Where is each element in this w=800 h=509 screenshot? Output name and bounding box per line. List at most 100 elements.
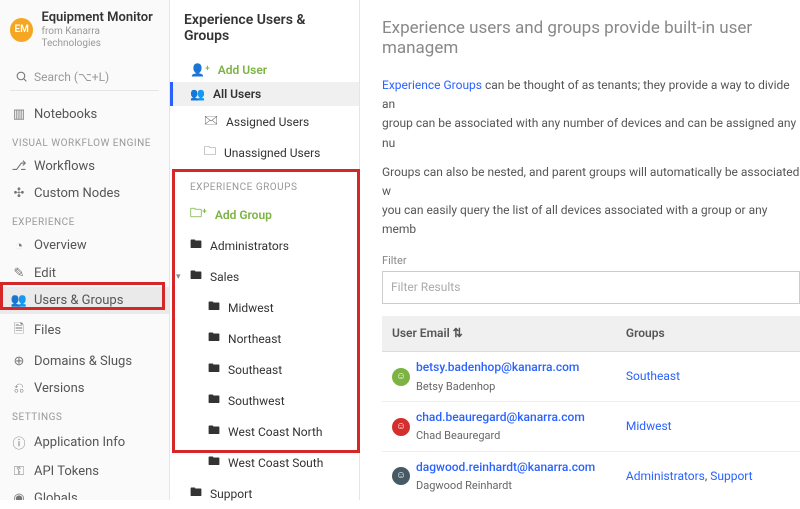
mid-label: Northeast — [228, 332, 281, 346]
sidebar-item-api-tokens[interactable]: ⚿API Tokens — [0, 458, 169, 485]
folder-icon: 🖿 — [208, 421, 220, 442]
table-row[interactable]: ☺ chad.beauregard@kanarra.comChad Beaureg… — [382, 402, 800, 452]
main-content: Experience users and groups provide buil… — [360, 0, 800, 500]
gauge-icon: ◔ — [12, 238, 26, 254]
col-groups[interactable]: Groups — [616, 316, 800, 352]
brand-name: Equipment Monitor — [41, 10, 159, 26]
users-icon: 👥 — [12, 293, 26, 308]
sidebar-item-versions[interactable]: ⎌Versions — [0, 375, 169, 402]
folder-icon: 🖿 — [208, 328, 220, 349]
version-icon: ⎌ — [12, 381, 26, 396]
group-sales[interactable]: ▾🖿Sales — [170, 261, 359, 292]
mid-label: All Users — [213, 87, 261, 101]
page-heading: Experience users and groups provide buil… — [382, 18, 800, 58]
group-link[interactable]: Southeast — [626, 369, 680, 383]
col-user-email[interactable]: User Email ⇅ — [382, 316, 616, 352]
nav-label: Files — [34, 323, 61, 338]
group-northeast[interactable]: 🖿 Northeast — [170, 323, 359, 354]
experience-groups-link[interactable]: Experience Groups — [382, 78, 482, 92]
mid-label: Sales — [210, 270, 239, 284]
user-name: Chad Beauregard — [416, 427, 585, 445]
sidebar-item-custom-nodes[interactable]: ✣Custom Nodes — [0, 180, 169, 207]
nav-section-vwe: VISUAL WORKFLOW ENGINE — [0, 128, 169, 153]
sidebar-item-files[interactable]: 🗎 Files — [0, 314, 169, 348]
filter-input[interactable]: Filter Results — [382, 271, 800, 304]
folder-icon: 🖿 — [208, 359, 220, 380]
sidebar-item-overview[interactable]: ◔ Overview — [0, 232, 169, 260]
mid-label: Unassigned Users — [224, 146, 320, 160]
mid-label: Administrators — [210, 239, 289, 253]
caret-down-icon[interactable]: ▾ — [176, 272, 181, 282]
sidebar-item-notebooks[interactable]: ▥Notebooks — [0, 101, 169, 128]
add-user-link[interactable]: 👤⁺ Add User — [170, 58, 359, 82]
mid-title: Experience Users & Groups — [170, 12, 359, 58]
group-administrators[interactable]: 🖿 Administrators — [170, 230, 359, 261]
mid-label: West Coast North — [228, 425, 323, 439]
brand-logo: EM — [10, 18, 33, 42]
group-support[interactable]: 🖿Support — [170, 478, 359, 509]
plus-user-icon: 👤⁺ — [190, 63, 210, 77]
globe-icon: ⊕ — [12, 354, 26, 369]
filter-label: Filter — [382, 252, 800, 270]
nav: ▥Notebooks VISUAL WORKFLOW ENGINE ⎇ Workf… — [0, 101, 169, 500]
search-icon — [14, 70, 28, 83]
nav-label: Globals — [34, 491, 78, 500]
nav-label: Workflows — [34, 159, 95, 174]
folder-icon: 🖿 — [208, 297, 220, 318]
brand: EM Equipment Monitor from Kanarra Techno… — [0, 0, 169, 58]
pencil-icon: ✎ — [12, 266, 26, 281]
all-users-link[interactable]: 👥 All Users — [170, 82, 359, 106]
assigned-users-link[interactable]: 🖂Assigned Users — [170, 106, 359, 137]
nav-label: Edit — [34, 266, 56, 281]
nav-section-settings: SETTINGS — [0, 402, 169, 427]
search-input[interactable]: Search (⌥+L) — [10, 64, 159, 91]
nav-label: Users & Groups — [34, 293, 123, 308]
unassigned-users-link[interactable]: 🗀Unassigned Users — [170, 137, 359, 168]
sidebar-item-app-info[interactable]: ⓘApplication Info — [0, 427, 169, 458]
nav-label: Overview — [34, 238, 87, 253]
group-link[interactable]: Support — [710, 469, 752, 483]
sort-icon: ⇅ — [453, 326, 463, 340]
brand-subtitle: from Kanarra Technologies — [41, 26, 159, 50]
mid-label: Support — [210, 487, 252, 501]
group-southwest[interactable]: 🖿Southwest — [170, 385, 359, 416]
user-email[interactable]: betsy.badenhop@kanarra.com — [416, 358, 579, 377]
nav-label: Domains & Slugs — [34, 354, 132, 369]
group-southeast[interactable]: 🖿 Southeast — [170, 354, 359, 385]
info-icon: ⓘ — [12, 433, 26, 452]
globals-icon: ◉ — [12, 491, 26, 500]
user-email[interactable]: chad.beauregard@kanarra.com — [416, 408, 585, 427]
avatar: ☺ — [392, 418, 410, 436]
group-midwest[interactable]: 🖿Midwest — [170, 292, 359, 323]
mid-label: Add Group — [215, 208, 272, 222]
user-name: Dagwood Reinhardt — [416, 477, 595, 495]
avatar: ☺ — [392, 467, 410, 485]
user-name: Betsy Badenhop — [416, 378, 579, 396]
mid-label: Add User — [218, 63, 267, 77]
group-west-coast-north[interactable]: 🖿 West Coast North — [170, 416, 359, 447]
mid-label: Southeast — [228, 363, 282, 377]
add-group-link[interactable]: 🗀⁺ Add Group — [170, 199, 359, 230]
group-link[interactable]: Midwest — [626, 419, 672, 433]
nodes-icon: ✣ — [12, 186, 26, 201]
sidebar-item-edit[interactable]: ✎ Edit — [0, 260, 169, 287]
intro-p2: Groups can also be nested, and parent gr… — [382, 163, 800, 240]
plus-folder-icon: 🗀⁺ — [190, 204, 207, 225]
sidebar-item-domains[interactable]: ⊕ Domains & Slugs — [0, 348, 169, 375]
users-icon: 👥 — [190, 87, 205, 101]
sidebar-item-workflows[interactable]: ⎇ Workflows — [0, 153, 169, 180]
mid-panel: Experience Users & Groups 👤⁺ Add User 👥 Al… — [170, 0, 360, 500]
table-row[interactable]: ☺betsy.badenhop@kanarra.comBetsy Badenho… — [382, 352, 800, 402]
group-west-coast-south[interactable]: 🖿West Coast South — [170, 447, 359, 478]
sidebar-item-globals[interactable]: ◉ Globals — [0, 485, 169, 500]
group-link[interactable]: Administrators — [626, 469, 705, 483]
table-row[interactable]: ☺ dagwood.reinhardt@kanarra.comDagwood Re… — [382, 452, 800, 500]
search-placeholder: Search (⌥+L) — [34, 70, 109, 84]
sidebar-item-users-groups[interactable]: 👥 Users & Groups — [0, 287, 169, 314]
folder-icon: 🖿 — [190, 235, 202, 256]
key-icon: ⚿ — [12, 464, 26, 479]
files-icon: 🗎 — [12, 320, 26, 342]
folder-icon: 🖿 — [208, 390, 220, 411]
workflow-icon: ⎇ — [12, 159, 26, 174]
user-email[interactable]: dagwood.reinhardt@kanarra.com — [416, 458, 595, 477]
